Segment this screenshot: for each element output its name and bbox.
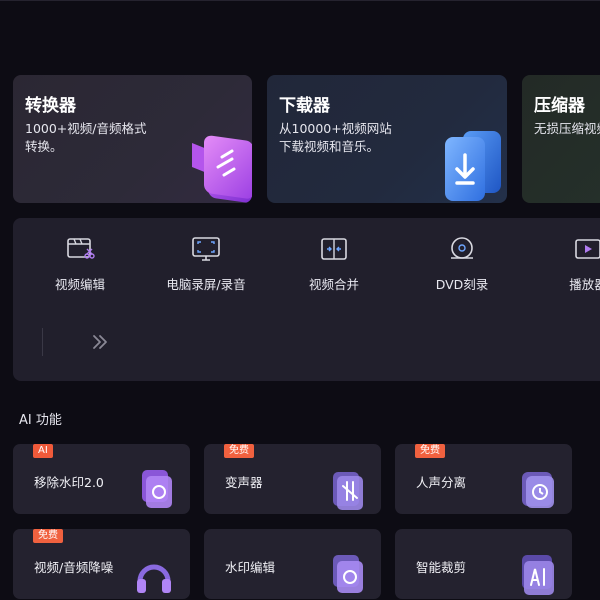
compressor-description: 无损压缩视频文件。 <box>534 121 600 136</box>
ai-badge: AI <box>33 444 53 458</box>
headphones-icon <box>137 564 171 593</box>
ai-card-label: 人声分离 <box>416 475 467 490</box>
watermark-remove-icon <box>142 470 172 508</box>
converter-icon <box>192 135 252 203</box>
ai-card-label: 视频/音频降噪 <box>34 560 114 575</box>
compressor-card[interactable]: 压缩器 无损压缩视频文件。 <box>522 75 600 203</box>
watermark-edit-icon <box>333 555 363 593</box>
voice-changer-icon <box>333 472 363 510</box>
compressor-title: 压缩器 <box>534 96 585 116</box>
ai-card-watermark-remove[interactable]: AI 移除水印2.0 <box>13 444 190 514</box>
downloader-icon <box>445 131 501 201</box>
free-badge: 免费 <box>33 529 63 543</box>
ai-card-voice-changer[interactable]: 免费 变声器 <box>204 444 381 514</box>
tool-label-video-merge: 视频合并 <box>308 277 359 292</box>
tool-label-video-edit: 视频编辑 <box>54 277 105 292</box>
ai-section-title: AI 功能 <box>19 413 62 428</box>
converter-title: 转换器 <box>25 96 76 116</box>
converter-description: 1000+视频/音频格式转换。 <box>25 121 147 154</box>
ai-card-label: 移除水印2.0 <box>34 475 104 490</box>
ai-card-smart-crop[interactable]: 智能裁剪 <box>395 529 572 599</box>
tools-panel: 视频编辑 电脑录屏/录音 视频合并 DVD刻录 播放器 <box>13 218 600 381</box>
ai-card-vocal-separation[interactable]: 免费 人声分离 <box>395 444 572 514</box>
ai-card-noise-reduction[interactable]: 免费 视频/音频降噪 <box>13 529 190 599</box>
screen-record-icon <box>192 237 220 261</box>
downloader-card[interactable]: 下载器 从10000+视频网站下载视频和音乐。 <box>267 75 507 203</box>
tools-divider <box>42 328 43 356</box>
player-icon <box>575 239 600 259</box>
dvd-burn-icon <box>451 237 473 259</box>
tool-label-player: 播放器 <box>569 277 600 292</box>
converter-card[interactable]: 转换器 1000+视频/音频格式转换。 <box>13 75 252 203</box>
ai-card-label: 智能裁剪 <box>416 560 467 575</box>
free-badge: 免费 <box>224 444 254 458</box>
tool-player[interactable]: 播放器 <box>528 236 600 293</box>
tool-screen-record[interactable]: 电脑录屏/录音 <box>146 236 266 293</box>
ai-crop-icon <box>522 555 554 595</box>
tool-dvd-burn[interactable]: DVD刻录 <box>402 236 522 293</box>
window-top-border <box>0 0 600 1</box>
vocal-separation-icon <box>522 472 554 508</box>
chevron-double-right-icon[interactable] <box>91 333 109 351</box>
tool-video-edit[interactable]: 视频编辑 <box>20 236 140 293</box>
ai-card-label: 变声器 <box>225 475 263 490</box>
downloader-description: 从10000+视频网站下载视频和音乐。 <box>279 121 392 154</box>
downloader-title: 下载器 <box>279 96 330 116</box>
tool-label-screen-record: 电脑录屏/录音 <box>166 277 246 292</box>
video-edit-icon <box>67 238 95 259</box>
tool-label-dvd-burn: DVD刻录 <box>435 277 489 292</box>
ai-card-label: 水印编辑 <box>225 560 276 575</box>
tool-video-merge[interactable]: 视频合并 <box>274 236 394 293</box>
free-badge: 免费 <box>415 444 445 458</box>
video-merge-icon <box>321 238 347 260</box>
ai-card-watermark-edit[interactable]: 水印编辑 <box>204 529 381 599</box>
